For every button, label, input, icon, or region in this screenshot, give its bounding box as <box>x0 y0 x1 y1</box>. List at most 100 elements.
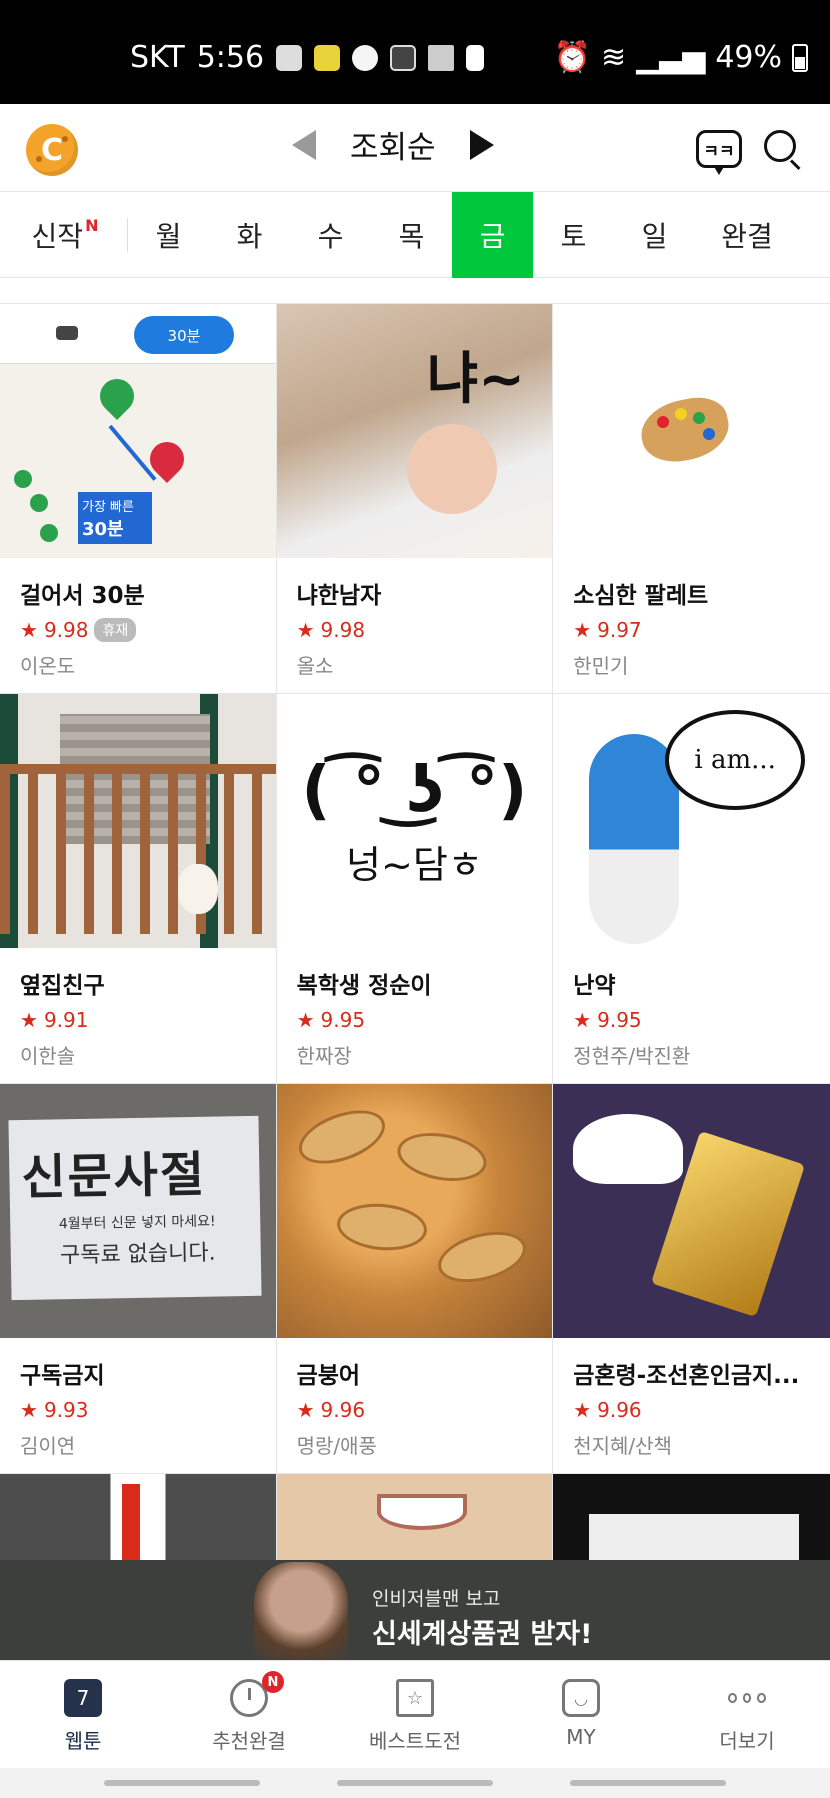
nav-best-challenge[interactable]: ☆ 베스트도전 <box>332 1661 498 1768</box>
palette-icon <box>635 391 735 469</box>
system-nav-back[interactable] <box>570 1780 726 1786</box>
grid-row: 옆집친구 ★ 9.91 이한솔 ( ͡° ͜ʖ ͡°) 넝~담ㅎ 복학생 정순이… <box>0 694 830 1084</box>
lenny-face: ( ͡° ͜ʖ ͡°) <box>301 753 528 828</box>
day-tabs: 신작 N 월 화 수 목 금 토 일 완결 <box>0 192 830 278</box>
tab-tue[interactable]: 화 <box>209 192 290 278</box>
clock: 5:56 <box>196 40 265 75</box>
system-nav-recent[interactable] <box>104 1780 260 1786</box>
screen <box>589 1514 800 1564</box>
route-box: 가장 빠른 30분 <box>78 492 152 544</box>
webtoon-thumbnail: 신문사절 4월부터 신문 넣지 마세요! 구독료 없습니다. <box>0 1084 276 1338</box>
ad-line2: 신세계상품권 받자! <box>372 1619 593 1650</box>
webtoon-thumbnail <box>553 1474 830 1564</box>
webtoon-rating: ★ 9.93 <box>20 1398 276 1422</box>
star-icon: ★ <box>296 618 315 642</box>
logo-dot <box>62 136 68 142</box>
tie <box>122 1484 140 1564</box>
tab-sun[interactable]: 일 <box>614 192 695 278</box>
face-icon: ◡ <box>562 1679 600 1717</box>
webtoon-card[interactable] <box>553 1474 830 1564</box>
webtoon-thumbnail: ( ͡° ͜ʖ ͡°) 넝~담ㅎ <box>276 694 553 948</box>
fish-bread <box>334 1200 429 1254</box>
thumbnail-caption: 냐~ <box>426 347 526 412</box>
ad-image <box>254 1562 348 1660</box>
webtoon-author: 정현주/박진환 <box>573 1044 691 1068</box>
webtoon-card[interactable]: 옆집친구 ★ 9.91 이한솔 <box>0 694 277 1083</box>
tab-new[interactable]: 신작 N <box>0 192 128 278</box>
tab-completed[interactable]: 완결 <box>695 192 799 278</box>
tab-new-label: 신작 <box>31 220 84 253</box>
grid-row: 30분 가장 빠른 30분 걸어서 30분 ★ 9.98 휴재 이온도 냐~ 냐… <box>0 304 830 694</box>
nav-label: 추천완결 <box>212 1729 286 1753</box>
webtoon-title: 난약 <box>573 973 616 999</box>
tab-wed[interactable]: 수 <box>290 192 371 278</box>
rating-value: 9.91 <box>43 1008 89 1032</box>
sort-selector: 조회순 <box>292 122 494 167</box>
nav-label: MY <box>566 1725 596 1749</box>
system-nav-home[interactable] <box>337 1780 493 1786</box>
fish-bread <box>393 1126 490 1188</box>
map-marker-icon <box>30 494 48 512</box>
route-line <box>108 424 157 481</box>
ad-line1: 인비저블맨 보고 <box>372 1588 501 1610</box>
webtoon-card[interactable]: 냐~ 냐한남자 ★ 9.98 올소 <box>276 304 554 693</box>
webtoon-card[interactable] <box>276 1474 554 1564</box>
tab-sat[interactable]: 토 <box>533 192 614 278</box>
status-left: SKT 5:56 <box>130 40 485 75</box>
signal-icon: ▁▃▅ <box>636 40 706 75</box>
sort-next-icon[interactable] <box>469 129 494 160</box>
nav-recommended[interactable]: N 추천완결 <box>166 1661 332 1768</box>
ghost-figure <box>573 1114 684 1184</box>
webtoon-thumbnail: 냐~ <box>276 304 553 558</box>
webtoon-info: 소심한 팔레트 ★ 9.97 한민기 <box>553 558 830 693</box>
webtoon-card[interactable] <box>0 1474 277 1564</box>
sort-label: 조회순 <box>350 130 436 166</box>
battery-icon <box>792 43 808 72</box>
nav-webtoon[interactable]: 7 웹툰 <box>0 1661 166 1768</box>
webtoon-card[interactable]: i am... 난약 ★ 9.95 정현주/박진환 <box>553 694 830 1083</box>
start-pin-icon <box>92 371 142 421</box>
grid-row: 신문사절 4월부터 신문 넣지 마세요! 구독료 없습니다. 구독금지 ★ 9.… <box>0 1084 830 1474</box>
webtoon-card[interactable]: 소심한 팔레트 ★ 9.97 한민기 <box>553 304 830 693</box>
webtoon-thumbnail <box>0 694 276 948</box>
tab-thu[interactable]: 목 <box>371 192 452 278</box>
nav-label: 베스트도전 <box>369 1729 461 1753</box>
rating-value: 9.96 <box>597 1398 642 1422</box>
nav-label: 더보기 <box>719 1729 775 1753</box>
star-icon: ★ <box>573 618 592 642</box>
webtoon-rating: ★ 9.98 휴재 <box>20 618 276 642</box>
webtoon-card[interactable]: 신문사절 4월부터 신문 넣지 마세요! 구독료 없습니다. 구독금지 ★ 9.… <box>0 1084 277 1473</box>
route-box-label: 가장 빠른 <box>82 500 134 515</box>
sort-prev-icon[interactable] <box>292 129 316 160</box>
app-logo[interactable]: C <box>26 124 78 176</box>
search-icon[interactable] <box>764 130 804 171</box>
tab-mon[interactable]: 월 <box>128 192 209 278</box>
webtoon-info: 난약 ★ 9.95 정현주/박진환 <box>553 948 830 1083</box>
ad-banner[interactable]: 인비저블맨 보고 신세계상품권 받자! <box>0 1560 830 1660</box>
chat-icon[interactable]: ㅋㅋ <box>696 130 742 175</box>
thumbnail-caption: 넝~담ㅎ <box>346 842 483 887</box>
webtoon-rating: ★ 9.98 <box>297 618 553 642</box>
nav-my[interactable]: ◡ MY <box>498 1661 664 1768</box>
speech-bubble-text: i am... <box>694 745 776 775</box>
speech-bubble: i am... <box>665 710 806 810</box>
webtoon-author: 천지혜/산책 <box>573 1434 672 1458</box>
webtoon-info: 구독금지 ★ 9.93 김이연 <box>0 1338 276 1473</box>
webtoon-title: 복학생 정순이 <box>296 973 432 999</box>
tab-fri[interactable]: 금 <box>452 192 533 278</box>
grid-row-partial <box>0 1474 830 1564</box>
rating-value: 9.98 <box>320 618 366 642</box>
webtoon-thumbnail <box>553 304 830 558</box>
system-nav-bar <box>0 1768 830 1798</box>
carrier-label: SKT <box>130 40 185 75</box>
car-icon <box>56 326 78 340</box>
webtoon-card[interactable]: 30분 가장 빠른 30분 걸어서 30분 ★ 9.98 휴재 이온도 <box>0 304 277 693</box>
webtoon-card[interactable]: ( ͡° ͜ʖ ͡°) 넝~담ㅎ 복학생 정순이 ★ 9.95 한짜장 <box>276 694 554 1083</box>
walk-pill-label: 30분 <box>167 326 201 345</box>
nav-more[interactable]: 더보기 <box>664 1661 830 1768</box>
webtoon-card[interactable]: 금혼령-조선혼인금지... ★ 9.96 천지혜/산책 <box>553 1084 830 1473</box>
star-icon: ★ <box>20 1398 38 1422</box>
partial-row-top <box>0 278 830 304</box>
webtoon-card[interactable]: 금붕어 ★ 9.96 명랑/애풍 <box>276 1084 554 1473</box>
railing <box>0 764 276 934</box>
